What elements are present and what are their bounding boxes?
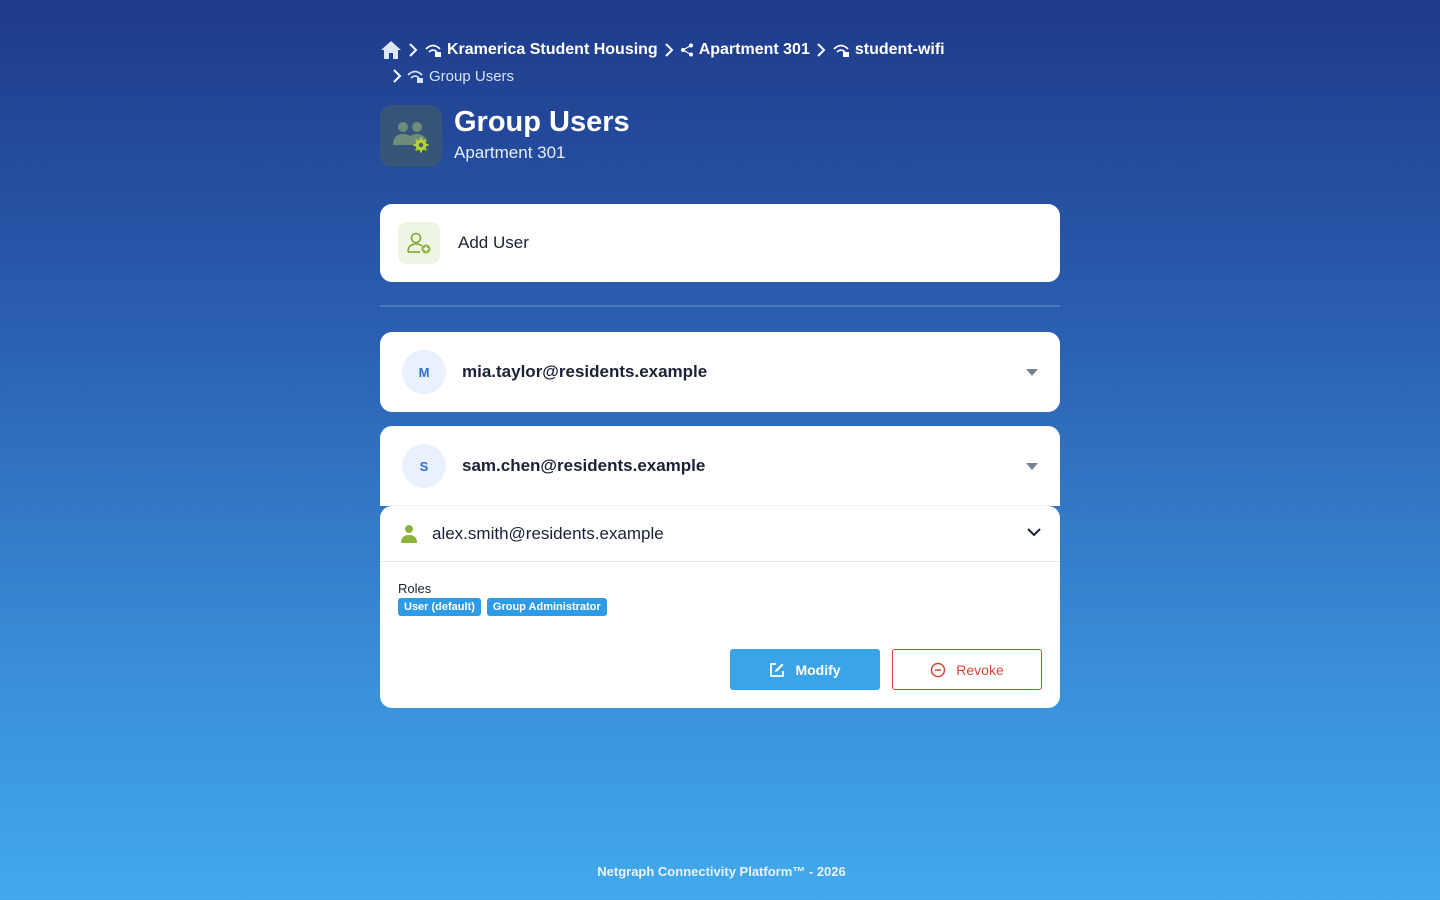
network-icon [425,44,441,57]
chevron-right-icon [810,40,832,60]
role-badge: User (default) [398,598,481,616]
add-user-label: Add User [458,233,529,252]
breadcrumb-item-apartment[interactable]: Apartment 301 [680,41,810,59]
chevron-right-icon [388,66,406,86]
users-gear-icon [380,105,442,167]
expanded-user-header[interactable]: alex.smith@residents.example [380,506,1060,562]
home-icon[interactable] [380,40,402,60]
revoke-label: Revoke [956,661,1004,678]
chevron-right-icon [402,40,424,60]
page-subtitle: Apartment 301 [454,143,566,162]
breadcrumb-item-network[interactable]: student-wifi [832,41,945,59]
roles-list: User (default) Group Administrator [398,598,607,616]
minus-circle-icon [931,662,946,677]
network-icon [407,70,423,83]
user-email: alex.smith@residents.example [432,523,664,543]
breadcrumb-label: Apartment 301 [698,41,810,58]
divider [380,305,1060,307]
chevron-right-icon [658,40,680,60]
user-list-item[interactable]: S sam.chen@residents.example [380,426,1060,506]
add-user-icon [398,222,440,264]
breadcrumb-label: student-wifi [854,41,945,58]
caret-down-icon[interactable] [1026,369,1038,376]
breadcrumb: Kramerica Student Housing Apartment 301 … [380,38,1060,88]
page-title: Group Users [454,106,630,138]
avatar: S [402,444,446,488]
roles-label: Roles [398,581,432,596]
add-user-button[interactable]: Add User [380,204,1060,282]
breadcrumb-item-current: Group Users [406,68,514,85]
avatar: M [402,350,446,394]
chevron-down-icon[interactable] [1026,526,1042,538]
person-icon [401,524,417,543]
footer: Netgraph Connectivity Platform™ - 2026 [597,864,846,879]
modify-button[interactable]: Modify [730,649,880,690]
expanded-user-card: alex.smith@residents.example Roles User … [380,506,1060,708]
user-email: mia.taylor@residents.example [462,362,708,381]
edit-icon [770,662,785,677]
modify-label: Modify [795,661,841,678]
user-list-item[interactable]: M mia.taylor@residents.example [380,332,1060,412]
role-badge: Group Administrator [486,598,607,616]
breadcrumb-label: Group Users [429,67,515,85]
page-header: Group Users Apartment 301 [380,105,630,167]
revoke-button[interactable]: Revoke [892,649,1042,690]
share-icon [680,43,693,57]
user-email: sam.chen@residents.example [462,456,706,475]
caret-down-icon[interactable] [1026,463,1038,470]
network-icon [833,44,849,57]
breadcrumb-item-site[interactable]: Kramerica Student Housing [424,41,658,59]
breadcrumb-label: Kramerica Student Housing [447,41,658,58]
